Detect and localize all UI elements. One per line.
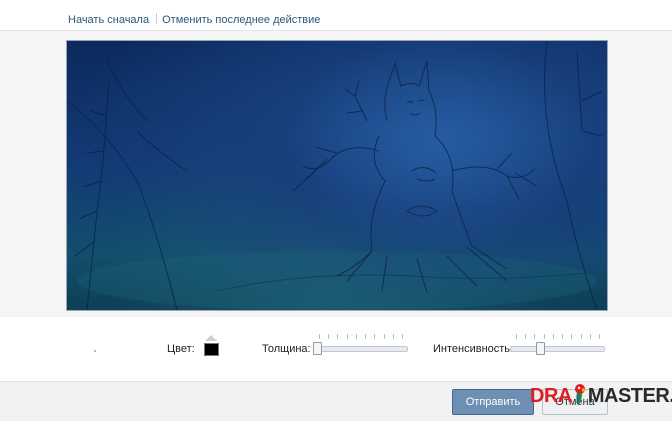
intensity-label: Интенсивность: — [433, 343, 514, 355]
slider-tick — [328, 334, 329, 339]
color-swatch — [204, 343, 219, 356]
link-separator — [156, 13, 158, 24]
slider-tick — [356, 334, 357, 339]
slider-tick — [534, 334, 535, 339]
slider-tick — [402, 334, 403, 339]
slider-track — [313, 346, 408, 352]
undo-last-link[interactable]: Отменить последнее действие — [162, 14, 320, 26]
slider-ticks — [510, 334, 605, 340]
slider-tick — [599, 334, 600, 339]
slider-tick — [393, 334, 394, 339]
intensity-slider[interactable] — [510, 334, 605, 355]
slider-tick — [516, 334, 517, 339]
slider-tick — [562, 334, 563, 339]
watermark-part1: DRA — [530, 385, 572, 407]
slider-tick — [590, 334, 591, 339]
slider-tick — [525, 334, 526, 339]
drawing-canvas[interactable] — [66, 40, 608, 311]
start-over-link[interactable]: Начать сначала — [68, 14, 149, 26]
watermark-logo: DRA MASTER.RU — [530, 383, 672, 413]
color-picker-arrow-icon — [205, 335, 217, 341]
slider-tick — [337, 334, 338, 339]
slider-tick — [544, 334, 545, 339]
brush-preview-dot — [94, 350, 96, 352]
parrot-logo-icon — [574, 384, 587, 405]
slider-ticks — [313, 334, 408, 340]
watermark-part2: MASTER.RU — [587, 385, 672, 407]
slider-handle[interactable] — [313, 342, 322, 355]
slider-handle[interactable] — [536, 342, 545, 355]
thickness-label: Толщина: — [262, 343, 311, 355]
slider-tick — [374, 334, 375, 339]
slider-tick — [553, 334, 554, 339]
slider-tick — [347, 334, 348, 339]
slider-track — [510, 346, 605, 352]
thickness-slider[interactable] — [313, 334, 408, 355]
slider-tick — [571, 334, 572, 339]
slider-tick — [384, 334, 385, 339]
slider-tick — [365, 334, 366, 339]
slider-tick — [581, 334, 582, 339]
color-label: Цвет: — [167, 343, 195, 355]
top-links: Начать сначала Отменить последнее действи… — [68, 13, 320, 27]
canvas-sketch — [67, 41, 603, 310]
send-button[interactable]: Отправить — [452, 389, 534, 415]
canvas-area — [0, 30, 672, 318]
color-picker[interactable] — [203, 335, 219, 356]
slider-tick — [319, 334, 320, 339]
